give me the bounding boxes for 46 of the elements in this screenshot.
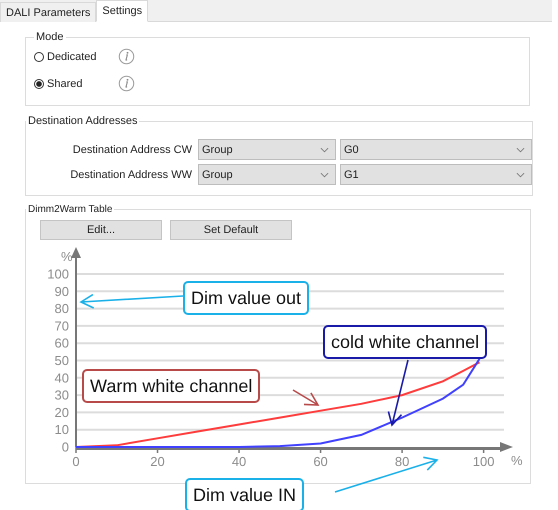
x-tick-label: 100 (472, 454, 494, 469)
y-tick-label: 100 (47, 266, 69, 282)
group-title: Mode (35, 31, 65, 43)
axis-callout: Dim value out (183, 281, 310, 315)
series-callout: Warm white channel (82, 369, 260, 403)
type-dropdown[interactable]: Group (198, 139, 336, 160)
tab[interactable]: Settings (96, 0, 148, 22)
group-title: Destination Addresses (27, 115, 138, 127)
radio-button[interactable]: Dedicated (34, 50, 118, 62)
y-tick-label: 60 (54, 336, 69, 351)
x-tick-label: 20 (150, 454, 165, 469)
x-tick-label: 0 (72, 454, 80, 469)
table-button[interactable]: Edit... (40, 220, 162, 240)
tab[interactable]: DALI Parameters (0, 2, 96, 22)
address-dropdown[interactable]: G1 (340, 164, 532, 185)
caret-icon (516, 172, 525, 178)
caret-icon (516, 146, 525, 152)
field-label: Destination Address CW (72, 144, 193, 156)
radio-button[interactable]: Shared (34, 78, 118, 90)
y-tick-label: 70 (54, 318, 69, 334)
caret-icon (320, 146, 329, 152)
y-tick-label: 50 (54, 353, 69, 368)
address-dropdown[interactable]: G0 (340, 139, 532, 160)
x-tick-label: 40 (232, 454, 246, 469)
y-tick-label: 80 (54, 301, 69, 316)
y-axis-label: % (61, 249, 73, 264)
x-tick-label: 60 (313, 454, 328, 469)
callout-arrow (292, 389, 320, 406)
x-tick-label: 80 (394, 454, 410, 469)
series-callout: cold white channel (323, 325, 488, 359)
y-tick-label: 20 (54, 404, 69, 420)
table-button[interactable]: Set Default (170, 220, 292, 240)
info-icon[interactable] (118, 48, 135, 65)
callout-arrow (388, 359, 409, 427)
info-icon[interactable] (118, 75, 135, 92)
axis-callout: Dim value IN (185, 478, 304, 510)
type-dropdown[interactable]: Group (198, 164, 336, 185)
caret-icon (320, 172, 329, 178)
y-tick-label: 40 (54, 370, 69, 386)
y-tick-label: 10 (54, 422, 69, 438)
group-title: Dimm2Warm Table (27, 204, 114, 215)
x-axis-label: % (511, 453, 523, 468)
field-label: Destination Address WW (69, 168, 193, 180)
y-tick-label: 30 (54, 388, 69, 403)
y-tick-label: 0 (62, 440, 69, 454)
y-tick-label: 90 (54, 284, 69, 299)
